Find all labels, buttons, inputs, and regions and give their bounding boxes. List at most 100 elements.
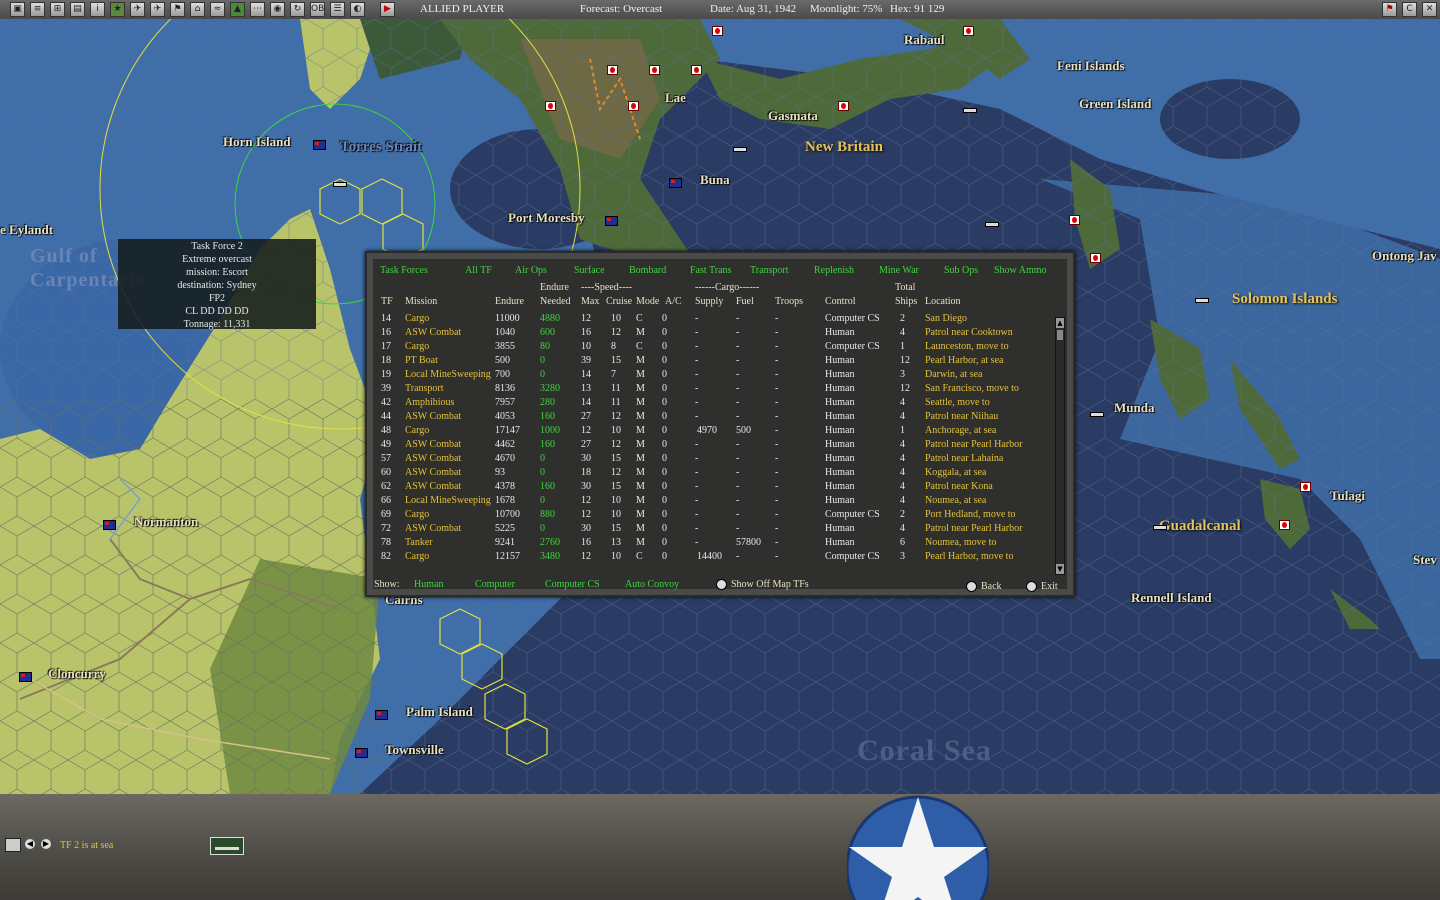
tab-transport[interactable]: Transport (750, 265, 789, 276)
cell-mission[interactable]: ASW Combat (405, 481, 461, 492)
tab-all-tf[interactable]: All TF (465, 265, 492, 276)
cell-location[interactable]: Patrol near Cooktown (925, 327, 1013, 338)
cell-location[interactable]: Seattle, move to (925, 397, 990, 408)
show-human-option[interactable]: Human (414, 579, 443, 590)
place-label-ontong-java[interactable]: Ontong Jav (1372, 248, 1437, 264)
cell-location[interactable]: Darwin, at sea (925, 369, 982, 380)
table-row[interactable]: 19 Local MineSweeping 700 0 14 7 M 0 - - - Human 3 Da… (373, 369, 1063, 383)
cell-mission[interactable]: Cargo (405, 341, 429, 352)
tab-show-ammo[interactable]: Show Ammo (994, 265, 1047, 276)
replay-icon[interactable]: ◐ (350, 2, 365, 17)
next-arrow-icon[interactable]: ▶ (41, 839, 51, 849)
place-label-green-island[interactable]: Green Island (1079, 96, 1151, 112)
scroll-down-icon[interactable]: ▼ (1056, 564, 1064, 574)
exit-button[interactable]: Exit (1026, 581, 1058, 593)
table-row[interactable]: 49 ASW Combat 4462 160 27 12 M 0 - - - Human 4 Patrol… (373, 439, 1063, 453)
cell-location[interactable]: Patrol near Pearl Harbor (925, 439, 1022, 450)
allied-base-icon[interactable] (355, 748, 368, 758)
cell-location[interactable]: Pearl Harbor, move to (925, 551, 1013, 562)
place-label-horn-island[interactable]: Horn Island (223, 134, 291, 150)
cell-mission[interactable]: Transport (405, 383, 444, 394)
table-row[interactable]: 78 Tanker 9241 2760 16 13 M 0 - 57800 - Human 6 Noume… (373, 537, 1063, 551)
cell-mission[interactable]: Local MineSweeping (405, 495, 491, 506)
task-force-icon[interactable] (1153, 525, 1167, 530)
cell-location[interactable]: Anchorage, at sea (925, 425, 996, 436)
cell-location[interactable]: Patrol near Pearl Harbor (925, 523, 1022, 534)
task-force-icon[interactable] (733, 147, 747, 152)
cell-mission[interactable]: Local MineSweeping (405, 369, 491, 380)
table-row[interactable]: 14 Cargo 11000 4880 12 10 C 0 - - - Computer CS 2 San… (373, 313, 1063, 327)
flag-icon[interactable]: ⚑ (170, 2, 185, 17)
cell-location[interactable]: Patrol near Kona (925, 481, 993, 492)
cell-mission[interactable]: ASW Combat (405, 411, 461, 422)
table-row[interactable]: 48 Cargo 17147 1000 12 10 M 0 4970 500 - Human 1 Anch… (373, 425, 1063, 439)
tab-air-ops[interactable]: Air Ops (515, 265, 547, 276)
header-ships[interactable]: Ships (895, 296, 917, 307)
bombers-icon[interactable]: ✈ (150, 2, 165, 17)
header-troops[interactable]: Troops (775, 296, 803, 307)
japanese-base-icon[interactable] (1069, 215, 1080, 225)
flag-marker-icon[interactable]: ⚑ (1382, 2, 1397, 17)
table-row[interactable]: 66 Local MineSweeping 1678 0 12 10 M 0 - - - Human 4… (373, 495, 1063, 509)
options-icon[interactable]: ⊞ (50, 2, 65, 17)
task-force-icon[interactable] (333, 182, 347, 187)
japanese-base-icon[interactable] (607, 65, 618, 75)
scroll-up-icon[interactable]: ▲ (1056, 318, 1064, 328)
header-mode[interactable]: Mode (636, 296, 659, 307)
table-row[interactable]: 17 Cargo 3855 80 10 8 C 0 - - - Computer CS 1 Launces… (373, 341, 1063, 355)
japanese-base-icon[interactable] (963, 26, 974, 36)
place-label-lae[interactable]: Lae (665, 90, 686, 106)
tab-surface[interactable]: Surface (574, 265, 605, 276)
back-button[interactable]: Back (966, 581, 1002, 593)
japanese-base-icon[interactable] (1279, 520, 1290, 530)
header-control[interactable]: Control (825, 296, 856, 307)
table-row[interactable]: 69 Cargo 10700 880 12 10 M 0 - - - Computer CS 2 Port… (373, 509, 1063, 523)
cell-mission[interactable]: Cargo (405, 551, 429, 562)
header-endure-needed-2[interactable]: Needed (540, 296, 571, 307)
cell-mission[interactable]: ASW Combat (405, 523, 461, 534)
cell-mission[interactable]: Cargo (405, 509, 429, 520)
tab-fast-trans[interactable]: Fast Trans (690, 265, 731, 276)
header-cruise[interactable]: Cruise (606, 296, 632, 307)
japanese-base-icon[interactable] (712, 26, 723, 36)
allied-base-icon[interactable] (313, 140, 326, 150)
tab-sub-ops[interactable]: Sub Ops (944, 265, 978, 276)
place-label-gasmata[interactable]: Gasmata (768, 108, 818, 124)
cell-location[interactable]: Patrol near Niihau (925, 411, 998, 422)
place-label-townsville[interactable]: Townsville (385, 742, 444, 758)
allied-base-icon[interactable] (669, 178, 682, 188)
airgroup-icon[interactable]: ★ (110, 2, 125, 17)
cell-mission[interactable]: Cargo (405, 313, 429, 324)
base-icon[interactable]: ⌂ (190, 2, 205, 17)
allied-base-icon[interactable] (375, 710, 388, 720)
japanese-base-icon[interactable] (691, 65, 702, 75)
table-row[interactable]: 44 ASW Combat 4053 160 27 12 M 0 - - - Human 4 Patrol… (373, 411, 1063, 425)
table-row[interactable]: 42 Amphibious 7957 280 14 11 M 0 - - - Human 4 Seattl… (373, 397, 1063, 411)
cell-location[interactable]: Koggala, at sea (925, 467, 986, 478)
table-row[interactable]: 72 ASW Combat 5225 0 30 15 M 0 - - - Human 4 Patrol n… (373, 523, 1063, 537)
cell-location[interactable]: Noumea, at sea (925, 495, 986, 506)
place-label-munda[interactable]: Munda (1114, 400, 1154, 416)
info-icon[interactable]: i (90, 2, 105, 17)
place-label-cloncurry[interactable]: Cloncurry (48, 666, 106, 682)
japanese-base-icon[interactable] (838, 101, 849, 111)
refresh-icon[interactable]: ↻ (290, 2, 305, 17)
end-turn-icon[interactable]: ▶ (380, 2, 395, 17)
tab-replenish[interactable]: Replenish (814, 265, 854, 276)
cell-location[interactable]: Launceston, move to (925, 341, 1009, 352)
notes-icon[interactable]: ≡ (30, 2, 45, 17)
header-location[interactable]: Location (925, 296, 961, 307)
toggle-icon[interactable]: ▣ (10, 2, 25, 17)
show-auto-convoy-option[interactable]: Auto Convoy (625, 579, 679, 590)
resources-icon[interactable]: ≈ (210, 2, 225, 17)
japanese-base-icon[interactable] (628, 101, 639, 111)
task-force-icon[interactable] (985, 222, 999, 227)
tab-bombard[interactable]: Bombard (629, 265, 666, 276)
task-force-icon[interactable] (963, 108, 977, 113)
japanese-base-icon[interactable] (1090, 253, 1101, 263)
allied-base-icon[interactable] (19, 672, 32, 682)
table-row[interactable]: 82 Cargo 12157 3480 12 10 C 0 14400 - - Computer CS… (373, 551, 1063, 565)
japanese-base-icon[interactable] (649, 65, 660, 75)
header-endure-needed-1[interactable]: Endure (540, 282, 569, 293)
show-computer-cs-option[interactable]: Computer CS (545, 579, 600, 590)
